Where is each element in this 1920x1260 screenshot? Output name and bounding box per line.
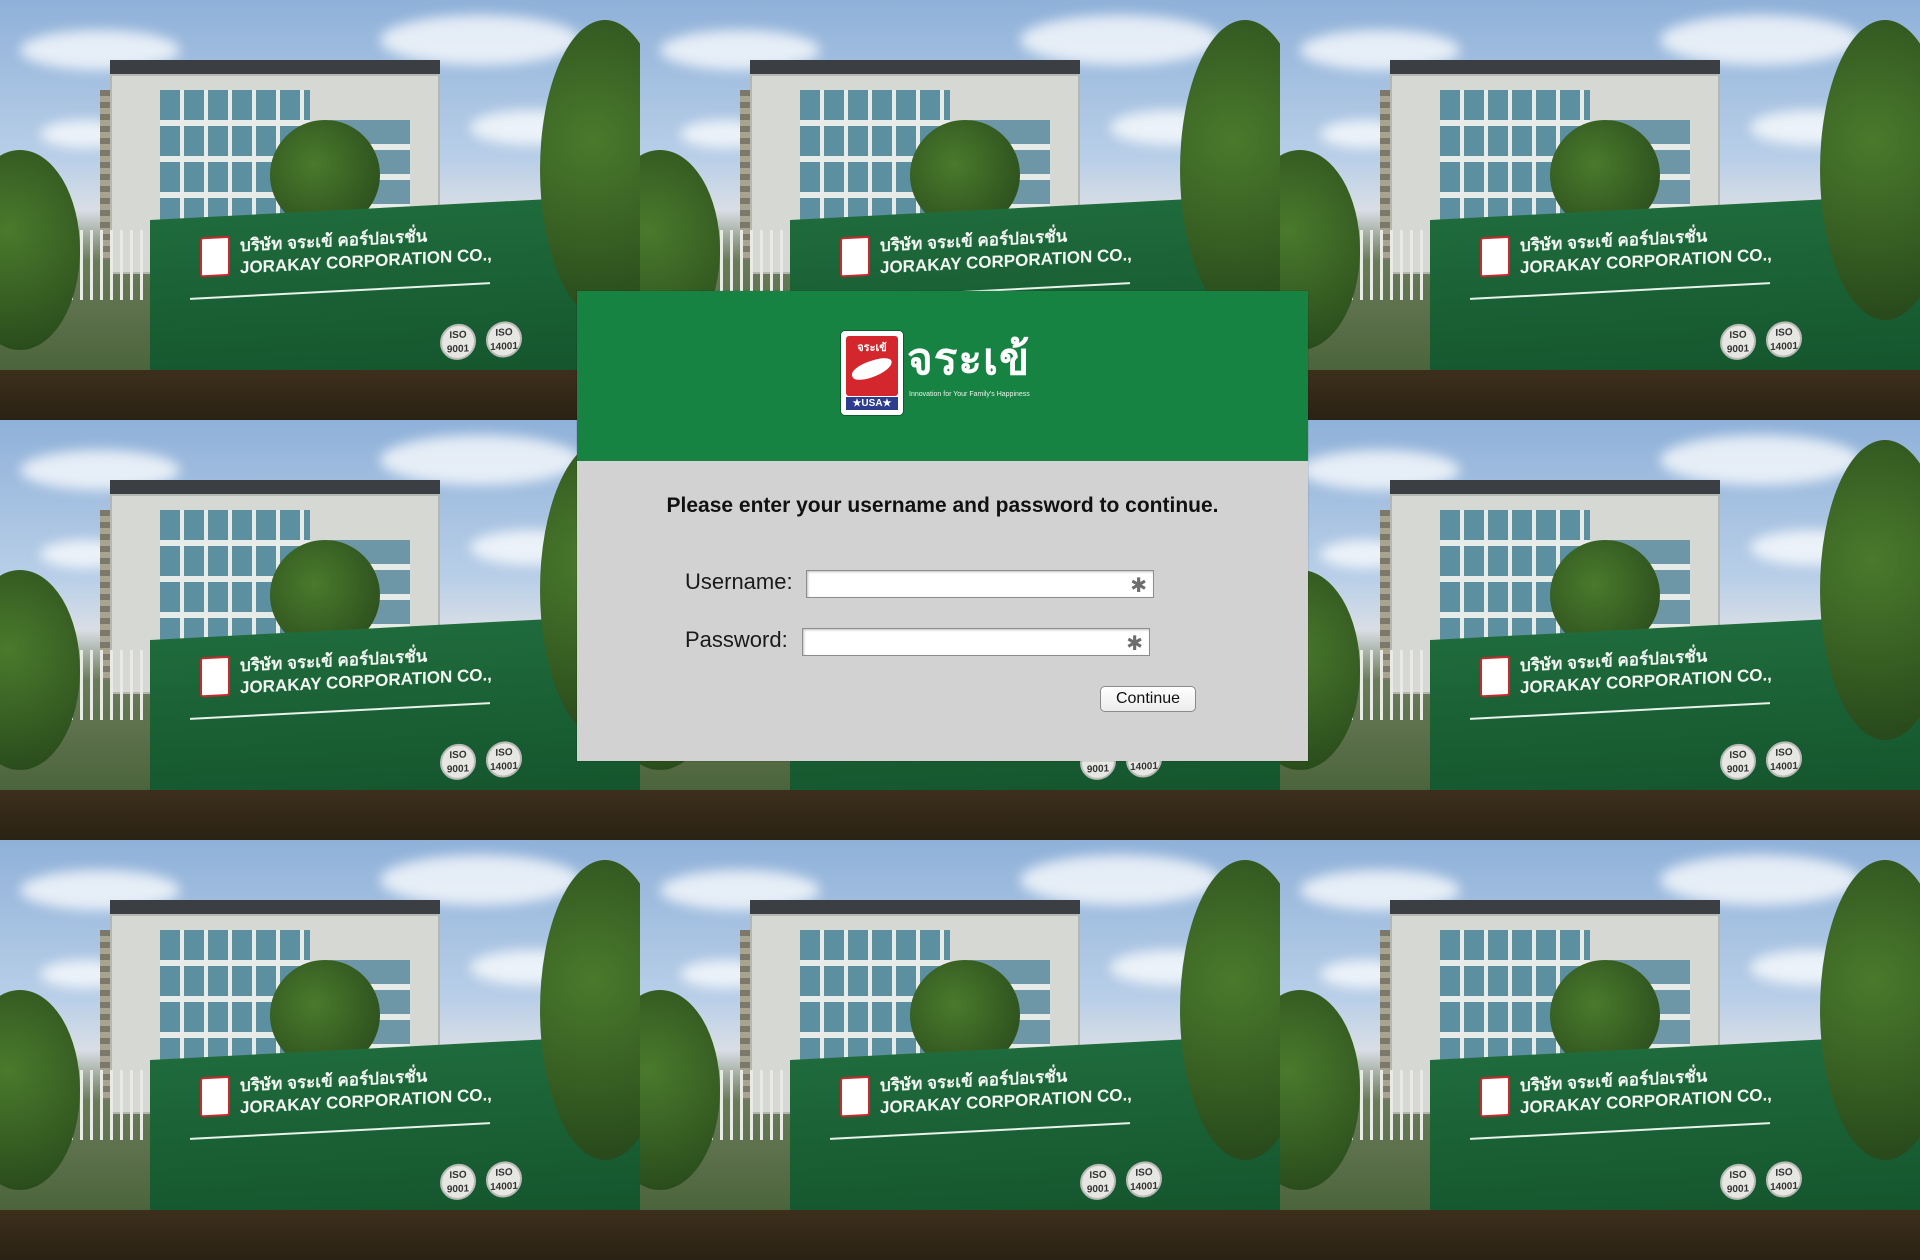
background-photo-tile: บริษัท จระเข้ คอร์ปอเรชั่นJORAKAY CORPOR… (0, 420, 640, 840)
iso-badge: ISO 14001 (486, 1160, 522, 1199)
sign-text: บริษัท จระเข้ คอร์ปอเรชั่นJORAKAY CORPOR… (1520, 1062, 1772, 1119)
login-prompt: Please enter your username and password … (666, 494, 1219, 517)
password-input[interactable] (803, 629, 1149, 655)
badge-word: จระเข้ (857, 342, 887, 354)
jorakay-logo-badge: จระเข้ ★USA★ (841, 331, 903, 415)
iso-badge: ISO 14001 (1766, 740, 1802, 779)
iso-badge: ISO 14001 (486, 320, 522, 359)
brand-banner: จระเข้ ★USA★ จระเข้ Innovation for Your … (577, 291, 1308, 461)
badge-usa: ★USA★ (846, 397, 898, 410)
sign-logo (200, 1075, 230, 1118)
continue-button[interactable]: Continue (1100, 686, 1196, 712)
background-photo-tile: บริษัท จระเข้ คอร์ปอเรชั่นJORAKAY CORPOR… (1280, 840, 1920, 1260)
sign-text: บริษัท จระเข้ คอร์ปอเรชั่นJORAKAY CORPOR… (880, 222, 1132, 279)
iso-badge: ISO 9001 (1080, 1162, 1116, 1201)
login-dialog: จระเข้ ★USA★ จระเข้ Innovation for Your … (577, 291, 1308, 761)
sign-text: บริษัท จระเข้ คอร์ปอเรชั่นJORAKAY CORPOR… (240, 642, 492, 699)
brand-wordmark: จระเข้ (907, 334, 1031, 385)
sign-logo (1480, 235, 1510, 278)
iso-badge: ISO 9001 (1720, 1162, 1756, 1201)
password-field[interactable]: ✱ (802, 628, 1150, 656)
iso-badge: ISO 14001 (1766, 1160, 1802, 1199)
username-input[interactable] (807, 571, 1153, 597)
sign-text: บริษัท จระเข้ คอร์ปอเรชั่นJORAKAY CORPOR… (880, 1062, 1132, 1119)
password-label: Password: (685, 627, 788, 652)
iso-badge: ISO 14001 (1126, 1160, 1162, 1199)
iso-badge: ISO 9001 (1720, 322, 1756, 361)
sign-text: บริษัท จระเข้ คอร์ปอเรชั่นJORAKAY CORPOR… (240, 222, 492, 279)
username-label: Username: (685, 569, 793, 594)
iso-badge: ISO 14001 (486, 740, 522, 779)
background-photo-tile: บริษัท จระเข้ คอร์ปอเรชั่นJORAKAY CORPOR… (1280, 420, 1920, 840)
iso-badge: ISO 9001 (440, 742, 476, 781)
sign-logo (1480, 655, 1510, 698)
background-photo-tile: บริษัท จระเข้ คอร์ปอเรชั่นJORAKAY CORPOR… (0, 0, 640, 420)
sign-logo (200, 655, 230, 698)
sign-logo (1480, 1075, 1510, 1118)
sign-text: บริษัท จระเข้ คอร์ปอเรชั่นJORAKAY CORPOR… (1520, 222, 1772, 279)
sign-logo (840, 1075, 870, 1118)
sign-text: บริษัท จระเข้ คอร์ปอเรชั่นJORAKAY CORPOR… (240, 1062, 492, 1119)
iso-badge: ISO 9001 (1720, 742, 1756, 781)
background-photo-tile: บริษัท จระเข้ คอร์ปอเรชั่นJORAKAY CORPOR… (1280, 0, 1920, 420)
required-asterisk-icon: ✱ (1126, 631, 1143, 655)
required-asterisk-icon: ✱ (1130, 573, 1147, 597)
iso-badge: ISO 14001 (1766, 320, 1802, 359)
sign-logo (200, 235, 230, 278)
iso-badge: ISO 9001 (440, 322, 476, 361)
sign-text: บริษัท จระเข้ คอร์ปอเรชั่นJORAKAY CORPOR… (1520, 642, 1772, 699)
brand-tagline: Innovation for Your Family's Happiness (909, 391, 1030, 398)
iso-badge: ISO 9001 (440, 1162, 476, 1201)
background-photo-tile: บริษัท จระเข้ คอร์ปอเรชั่นJORAKAY CORPOR… (640, 840, 1280, 1260)
sign-logo (840, 235, 870, 278)
background-photo-tile: บริษัท จระเข้ คอร์ปอเรชั่นJORAKAY CORPOR… (0, 840, 640, 1260)
username-field[interactable]: ✱ (806, 570, 1154, 598)
